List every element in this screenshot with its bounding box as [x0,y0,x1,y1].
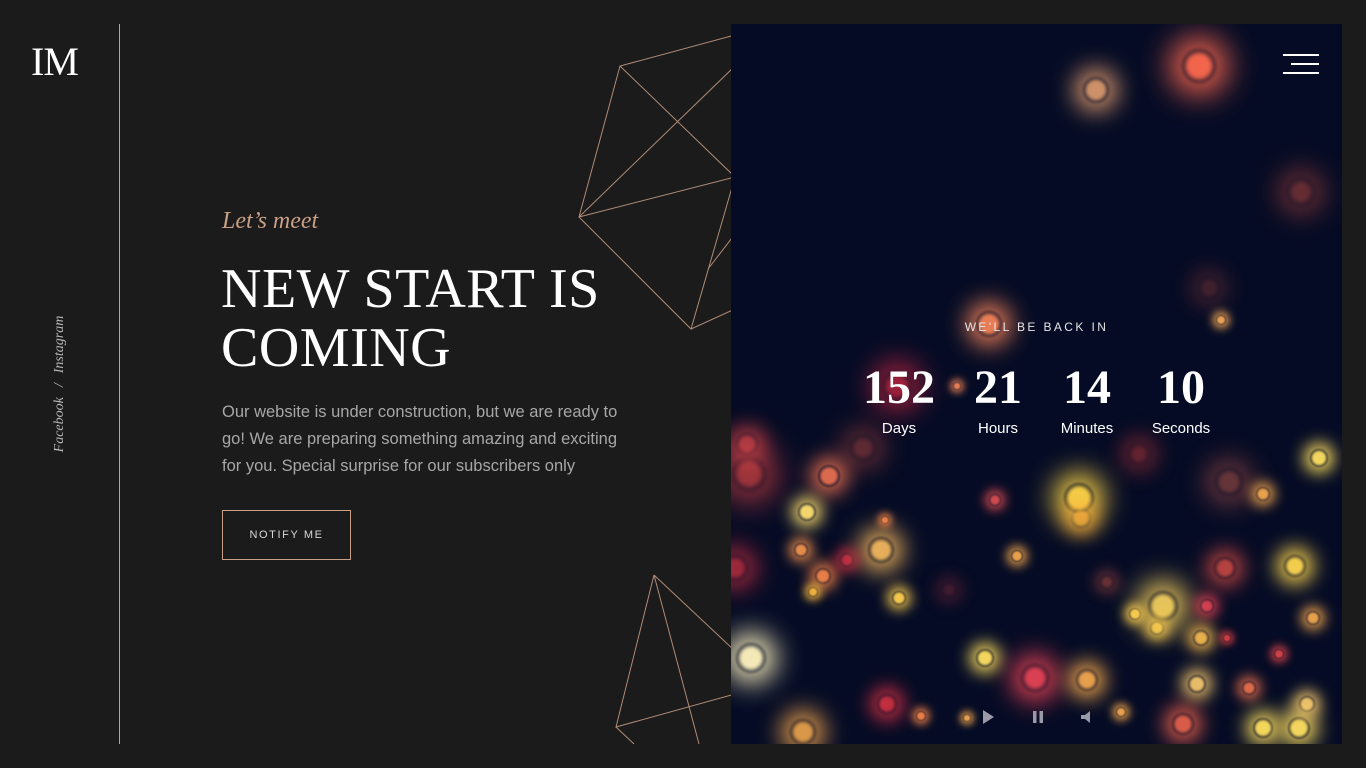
facebook-link[interactable]: Facebook [52,397,67,452]
bokeh-light [815,568,831,584]
bokeh-light [916,711,926,721]
headline-line-2: COMING [221,317,452,379]
bokeh-light [790,719,816,744]
bokeh-light [1193,630,1209,646]
bokeh-light [1083,77,1109,103]
bokeh-light [850,435,876,461]
countdown-minutes: 14 Minutes [1037,360,1137,437]
social-links: Facebook / Instagram [52,316,68,453]
bokeh-light [989,494,1001,506]
hamburger-menu-icon[interactable] [1283,54,1319,74]
bokeh-light [1306,611,1320,625]
bokeh-light [1253,718,1273,738]
bokeh-light [794,543,808,557]
bokeh-light [736,643,766,673]
geometric-decoration [578,34,735,744]
bokeh-light [941,582,957,598]
bokeh-light [868,537,894,563]
bokeh-light [1071,508,1091,528]
countdown-panel: WE'LL BE BACK IN 152 Days 21 Hours 14 Mi… [731,24,1342,744]
play-icon[interactable] [979,708,997,726]
bokeh-light [1284,555,1306,577]
seconds-label: Seconds [1151,420,1211,437]
bokeh-light [1076,669,1098,691]
eyebrow-text: Let’s meet [222,208,319,234]
bokeh-light [1128,443,1150,465]
bokeh-light [1129,608,1141,620]
bokeh-light [1011,550,1023,562]
volume-icon[interactable] [1079,708,1097,726]
minutes-value: 14 [1063,361,1111,414]
brand-logo[interactable]: IM [31,42,79,82]
bokeh-light [736,433,758,455]
hours-label: Hours [977,420,1018,437]
countdown-days: 152 Days [849,360,949,437]
bokeh-light [1198,277,1220,299]
bokeh-light [877,694,897,714]
page-headline: NEW START IS COMING [221,260,641,378]
bokeh-light [1116,707,1126,717]
notify-me-button[interactable]: NOTIFY ME [222,510,351,560]
bokeh-light [1182,49,1216,83]
rail-divider [119,24,120,744]
bokeh-light [1188,675,1206,693]
minutes-label: Minutes [1060,420,1114,437]
countdown-seconds: 10 Seconds [1131,360,1231,437]
bokeh-light [1150,621,1164,635]
pause-icon[interactable] [1029,708,1047,726]
bokeh-light [963,714,971,722]
bokeh-light [1214,557,1236,579]
bokeh-light [808,587,818,597]
bokeh-light [818,465,840,487]
bokeh-light [1310,449,1328,467]
headline-line-1: NEW START IS [221,258,600,320]
bokeh-light [840,553,854,567]
instagram-link[interactable]: Instagram [52,316,67,374]
bokeh-light [1223,634,1231,642]
bokeh-light [731,555,748,581]
bokeh-light [1287,178,1315,206]
days-value: 152 [863,361,935,414]
bokeh-light [1172,713,1194,735]
bokeh-light [1288,717,1310,739]
bokeh-light [1242,681,1256,695]
countdown-hours: 21 Hours [948,360,1048,437]
social-separator: / [52,383,67,388]
bokeh-light [1200,599,1214,613]
seconds-value: 10 [1157,361,1205,414]
countdown-heading: WE'LL BE BACK IN [964,320,1109,334]
bokeh-light [892,591,906,605]
bokeh-light [1274,649,1284,659]
bokeh-light [976,649,994,667]
bokeh-light [1100,575,1114,589]
bokeh-light [881,516,889,524]
bokeh-light [1148,591,1178,621]
bokeh-light [732,457,766,491]
bokeh-light [1215,468,1243,496]
days-label: Days [881,420,917,437]
description-text: Our website is under construction, but w… [222,403,618,475]
bokeh-light [1256,487,1270,501]
bokeh-light [798,503,816,521]
coming-soon-page: IM Facebook / Instagram Let’s meet NEW STA… [0,0,1366,768]
bokeh-light [1299,696,1315,712]
hours-value: 21 [974,361,1022,414]
bokeh-light [1021,664,1049,692]
